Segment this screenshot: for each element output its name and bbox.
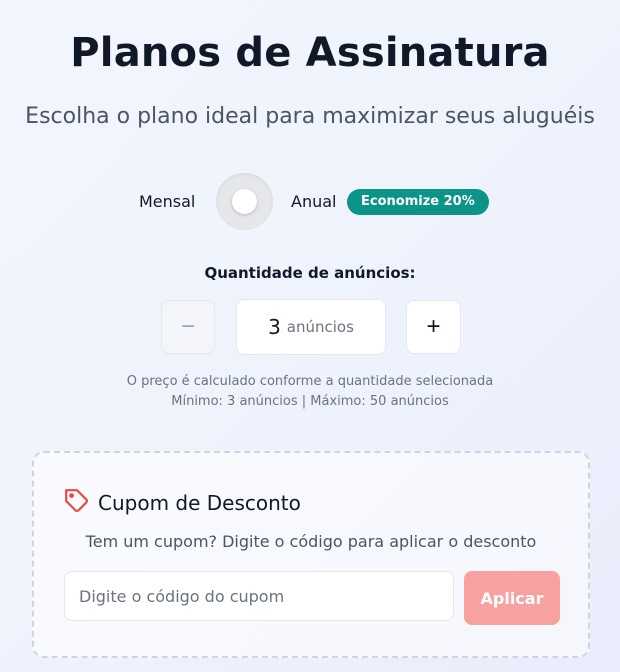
page-title: Planos de Assinatura xyxy=(70,30,550,76)
monthly-label[interactable]: Mensal xyxy=(139,192,195,211)
quantity-limits-note: Mínimo: 3 anúncios | Máximo: 50 anúncios xyxy=(171,394,449,409)
billing-period-toggle[interactable] xyxy=(216,173,273,230)
quantity-display: 3 anúncios xyxy=(236,299,386,355)
decrement-button[interactable]: − xyxy=(161,300,215,354)
minus-icon: − xyxy=(180,313,195,340)
savings-badge: Economize 20% xyxy=(347,189,489,215)
quantity-value: 3 xyxy=(268,315,281,339)
toggle-knob xyxy=(232,189,257,214)
pricing-note: O preço é calculado conforme a quantidad… xyxy=(126,374,494,389)
coupon-card: Cupom de Desconto Tem um cupom? Digite o… xyxy=(32,451,590,658)
page-subtitle: Escolha o plano ideal para maximizar seu… xyxy=(25,104,595,129)
coupon-title: Cupom de Desconto xyxy=(98,491,301,515)
quantity-label: Quantidade de anúncios: xyxy=(204,264,416,282)
coupon-description: Tem um cupom? Digite o código para aplic… xyxy=(85,532,537,551)
billing-toggle-row: Mensal Anual Economize 20% xyxy=(0,173,620,231)
plus-icon: + xyxy=(426,313,441,340)
tag-icon xyxy=(65,489,88,512)
apply-coupon-button[interactable]: Aplicar xyxy=(464,571,560,625)
increment-button[interactable]: + xyxy=(406,300,461,354)
annual-label[interactable]: Anual xyxy=(291,192,336,211)
quantity-unit: anúncios xyxy=(286,318,354,336)
coupon-code-input[interactable] xyxy=(64,571,454,621)
